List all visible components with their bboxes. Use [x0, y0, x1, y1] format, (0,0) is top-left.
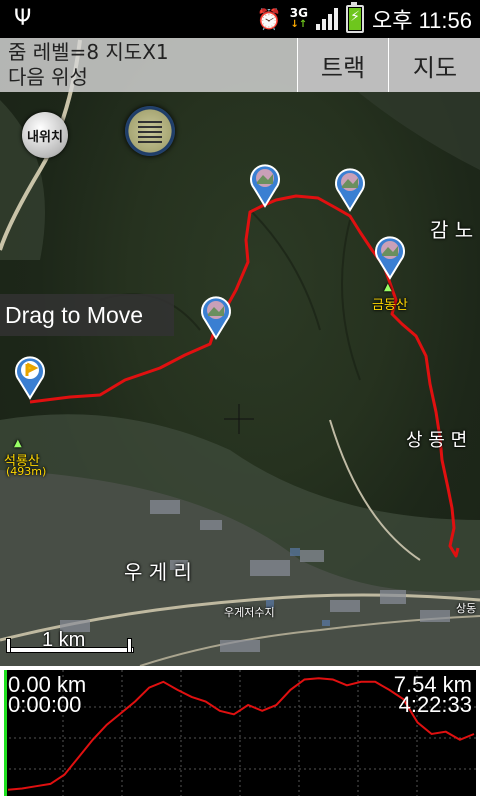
- place-label-ugyeri: 우 게 리: [124, 560, 192, 584]
- usb-icon: Ψ: [14, 6, 32, 31]
- start-time: 0:00:00: [8, 692, 82, 717]
- place-label-gamno: 감 노: [430, 218, 474, 242]
- signal-bars-icon: [315, 8, 338, 30]
- place-label-sangdong: 상동: [456, 602, 477, 615]
- status-bar: Ψ ⏰ 3G ↓↑ ⚡ 오후 11:56: [0, 0, 480, 38]
- place-label-ugye-reservoir: 우게저수지: [224, 606, 275, 619]
- peak-marker-seokryongsan: ▲: [14, 438, 22, 449]
- alarm-clock-icon: ⏰: [256, 7, 282, 31]
- place-label-geumdongsan: 금동산: [372, 298, 408, 313]
- waypoint-photo-pin-4[interactable]: [372, 234, 408, 280]
- battery-charging-icon: ⚡: [345, 2, 364, 33]
- map-info-bar: 줌 레벨=8 지도X1 다음 위성 트랙 지도: [0, 38, 480, 92]
- total-time: 4:22:33: [398, 692, 472, 717]
- crosshair-icon: [224, 404, 254, 434]
- network-3g-icon: 3G ↓↑: [289, 6, 308, 30]
- drag-to-move-tooltip: Drag to Move: [0, 294, 174, 336]
- place-label-sangdongmyeon: 상 동 면: [406, 430, 468, 451]
- waypoint-photo-pin-1[interactable]: [198, 294, 234, 340]
- waypoint-pin-start[interactable]: [12, 354, 48, 400]
- peak-marker-geumdongsan: ▲: [384, 282, 392, 293]
- menu-button[interactable]: [125, 106, 175, 156]
- position-cursor: [4, 670, 7, 796]
- map-terrain: [0, 39, 480, 666]
- scale-label: 1 km: [42, 629, 86, 651]
- zoom-level-text: 줌 레벨=8 지도X1: [8, 40, 169, 64]
- track-button[interactable]: 트랙: [297, 38, 388, 92]
- map-source-text: 다음 위성: [8, 65, 88, 89]
- map-button[interactable]: 지도: [388, 38, 480, 92]
- my-location-button[interactable]: 내위치: [22, 112, 68, 158]
- elevation-profile-panel[interactable]: 0.00 km 0:00:00 7.54 km 4:22:33: [0, 666, 480, 800]
- waypoint-photo-pin-2[interactable]: [247, 162, 283, 208]
- satellite-map[interactable]: 감 노 ▲ 금동산 상 동 면 ▲ 석룡산 (493m) 우 게 리 우게저수지…: [0, 38, 480, 666]
- place-elevation-seokryongsan: (493m): [6, 465, 47, 478]
- scale-bar: 1 km: [6, 629, 134, 654]
- waypoint-photo-pin-3[interactable]: [332, 166, 368, 212]
- status-time: 오후 11:56: [371, 8, 472, 33]
